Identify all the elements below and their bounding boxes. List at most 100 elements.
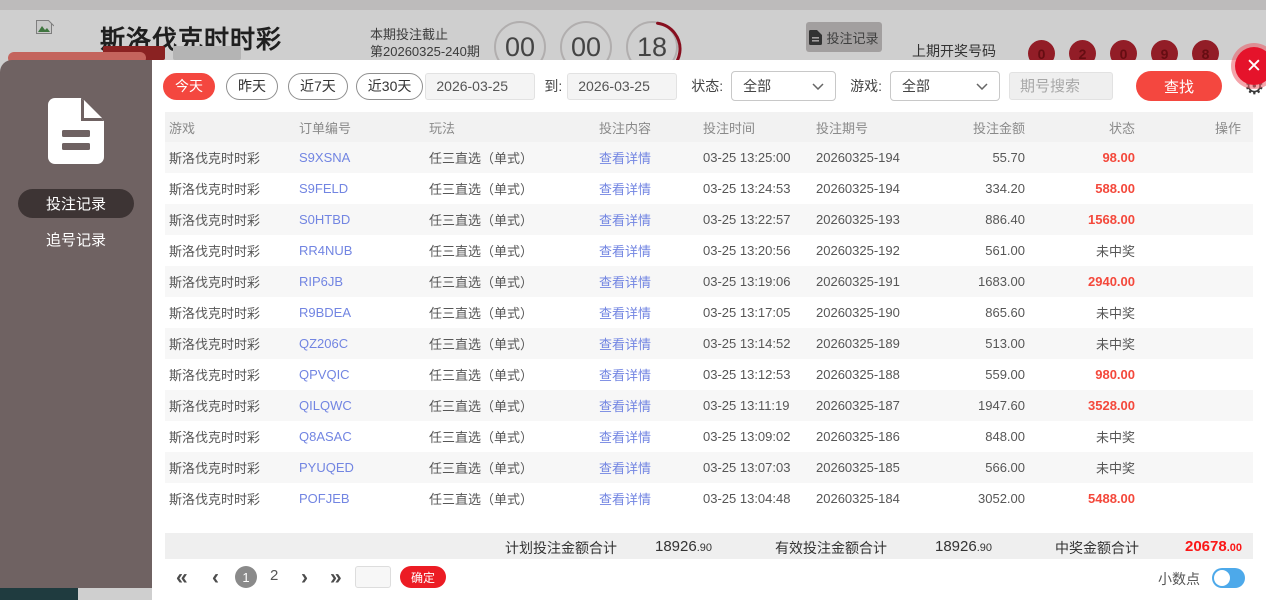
decimal-toggle[interactable] [1212,568,1245,588]
game-select[interactable]: 全部 [890,71,1001,101]
cell-amount: 848.00 [985,429,1025,444]
cell-period: 20260325-194 [816,150,900,165]
cell-period: 20260325-192 [816,243,900,258]
cell-time: 03-25 13:11:19 [703,398,790,413]
search-button[interactable]: 查找 [1136,71,1223,101]
status-select[interactable]: 全部 [731,71,837,101]
last-page-button[interactable]: » [330,565,342,591]
range-yesterday-button[interactable]: 昨天 [226,72,278,100]
next-page-button[interactable]: › [301,565,308,591]
cell-game: 斯洛伐克时时彩 [169,244,261,259]
cell-status: 588.00 [1095,181,1135,196]
modal-sidebar: 投注记录 追号记录 [0,60,152,588]
view-detail-link[interactable]: 查看详情 [595,334,699,353]
cell-status: 3528.00 [1088,398,1135,413]
page-jump-input[interactable] [355,566,391,588]
cell-game: 斯洛伐克时时彩 [169,275,261,290]
cell-play: 任三直选（单式） [429,337,534,352]
cell-game: 斯洛伐克时时彩 [169,337,261,352]
view-detail-link[interactable]: 查看详情 [595,179,699,198]
page-1-button[interactable]: 1 [235,566,257,588]
table-row: 斯洛伐克时时彩 QPVQIC 任三直选（单式） 查看详情 03-25 13:12… [165,359,1253,390]
cell-game: 斯洛伐克时时彩 [169,399,261,414]
table-body: 斯洛伐克时时彩 S9XSNA 任三直选（单式） 查看详情 03-25 13:25… [165,142,1253,514]
prev-page-button[interactable]: ‹ [212,565,219,591]
range-7days-button[interactable]: 近7天 [288,72,348,100]
cell-status: 未中奖 [1095,430,1135,445]
first-page-button[interactable]: « [176,565,188,591]
cell-status: 980.00 [1095,367,1135,382]
order-id-link[interactable]: QZ206C [295,336,425,351]
date-to-input[interactable] [567,72,678,100]
cell-time: 03-25 13:19:06 [703,274,791,289]
order-id-link[interactable]: QILQWC [295,398,425,413]
sidebar-item-bet-records[interactable]: 投注记录 [18,189,134,218]
col-content: 投注内容 [599,120,652,136]
records-document-icon [48,98,104,169]
cell-time: 03-25 13:07:03 [703,460,791,475]
order-id-link[interactable]: RIP6JB [295,274,425,289]
order-id-link[interactable]: Q8ASAC [295,429,425,444]
order-id-link[interactable]: S9FELD [295,181,425,196]
view-detail-link[interactable]: 查看详情 [595,458,699,477]
order-id-link[interactable]: R9BDEA [295,305,425,320]
order-id-link[interactable]: S0HTBD [295,212,425,227]
col-amount: 投注金额 [972,120,1025,136]
page-confirm-button[interactable]: 确定 [400,566,446,588]
order-id-link[interactable]: PYUQED [295,460,425,475]
range-today-button[interactable]: 今天 [163,72,215,100]
col-play: 玩法 [429,120,456,136]
cell-game: 斯洛伐克时时彩 [169,182,261,197]
sidebar-item-chase-records[interactable]: 追号记录 [18,225,134,254]
view-detail-link[interactable]: 查看详情 [595,241,699,260]
view-detail-link[interactable]: 查看详情 [595,396,699,415]
table-row: 斯洛伐克时时彩 POFJEB 任三直选（单式） 查看详情 03-25 13:04… [165,483,1253,514]
cell-play: 任三直选（单式） [429,368,534,383]
pagination: « ‹ 1 2 › » 确定 小数点 [152,565,1266,595]
view-detail-link[interactable]: 查看详情 [595,489,699,508]
cell-status: 5488.00 [1088,491,1135,506]
view-detail-link[interactable]: 查看详情 [595,148,699,167]
table-row: 斯洛伐克时时彩 S0HTBD 任三直选（单式） 查看详情 03-25 13:22… [165,204,1253,235]
cell-period: 20260325-191 [816,274,900,289]
valid-total-label: 有效投注金额合计 [775,540,887,556]
view-detail-link[interactable]: 查看详情 [595,272,699,291]
order-id-link[interactable]: S9XSNA [295,150,425,165]
close-icon[interactable]: ✕ [1235,47,1266,85]
view-detail-link[interactable]: 查看详情 [595,303,699,322]
cell-amount: 55.70 [992,150,1025,165]
game-select-value: 全部 [902,78,931,94]
cell-amount: 865.60 [985,305,1025,320]
cell-game: 斯洛伐克时时彩 [169,430,261,445]
view-detail-link[interactable]: 查看详情 [595,365,699,384]
toggle-knob [1214,570,1230,586]
period-search-input[interactable] [1009,72,1114,100]
cell-amount: 1947.60 [978,398,1025,413]
view-detail-link[interactable]: 查看详情 [595,427,699,446]
page-2-button[interactable]: 2 [270,567,278,584]
table-row: 斯洛伐克时时彩 S9FELD 任三直选（单式） 查看详情 03-25 13:24… [165,173,1253,204]
order-id-link[interactable]: QPVQIC [295,367,425,382]
cell-game: 斯洛伐克时时彩 [169,213,261,228]
col-time: 投注时间 [703,120,756,136]
cell-status: 未中奖 [1095,244,1135,259]
cell-period: 20260325-189 [816,336,900,351]
date-from-input[interactable] [425,72,536,100]
order-id-link[interactable]: RR4NUB [295,243,425,258]
cell-amount: 513.00 [985,336,1025,351]
cell-amount: 886.40 [985,212,1025,227]
cell-play: 任三直选（单式） [429,492,534,507]
cell-time: 03-25 13:09:02 [703,429,791,444]
view-detail-link[interactable]: 查看详情 [595,210,699,229]
order-id-link[interactable]: POFJEB [295,491,425,506]
col-game: 游戏 [169,120,196,136]
cell-play: 任三直选（单式） [429,182,534,197]
cell-play: 任三直选（单式） [429,306,534,321]
cell-play: 任三直选（单式） [429,399,534,414]
cell-time: 03-25 13:04:48 [703,491,791,506]
range-30days-button[interactable]: 近30天 [355,72,424,100]
cell-play: 任三直选（单式） [429,151,534,166]
date-to-label: 到: [544,78,563,94]
col-status: 状态 [1108,120,1135,136]
cell-period: 20260325-187 [816,398,900,413]
